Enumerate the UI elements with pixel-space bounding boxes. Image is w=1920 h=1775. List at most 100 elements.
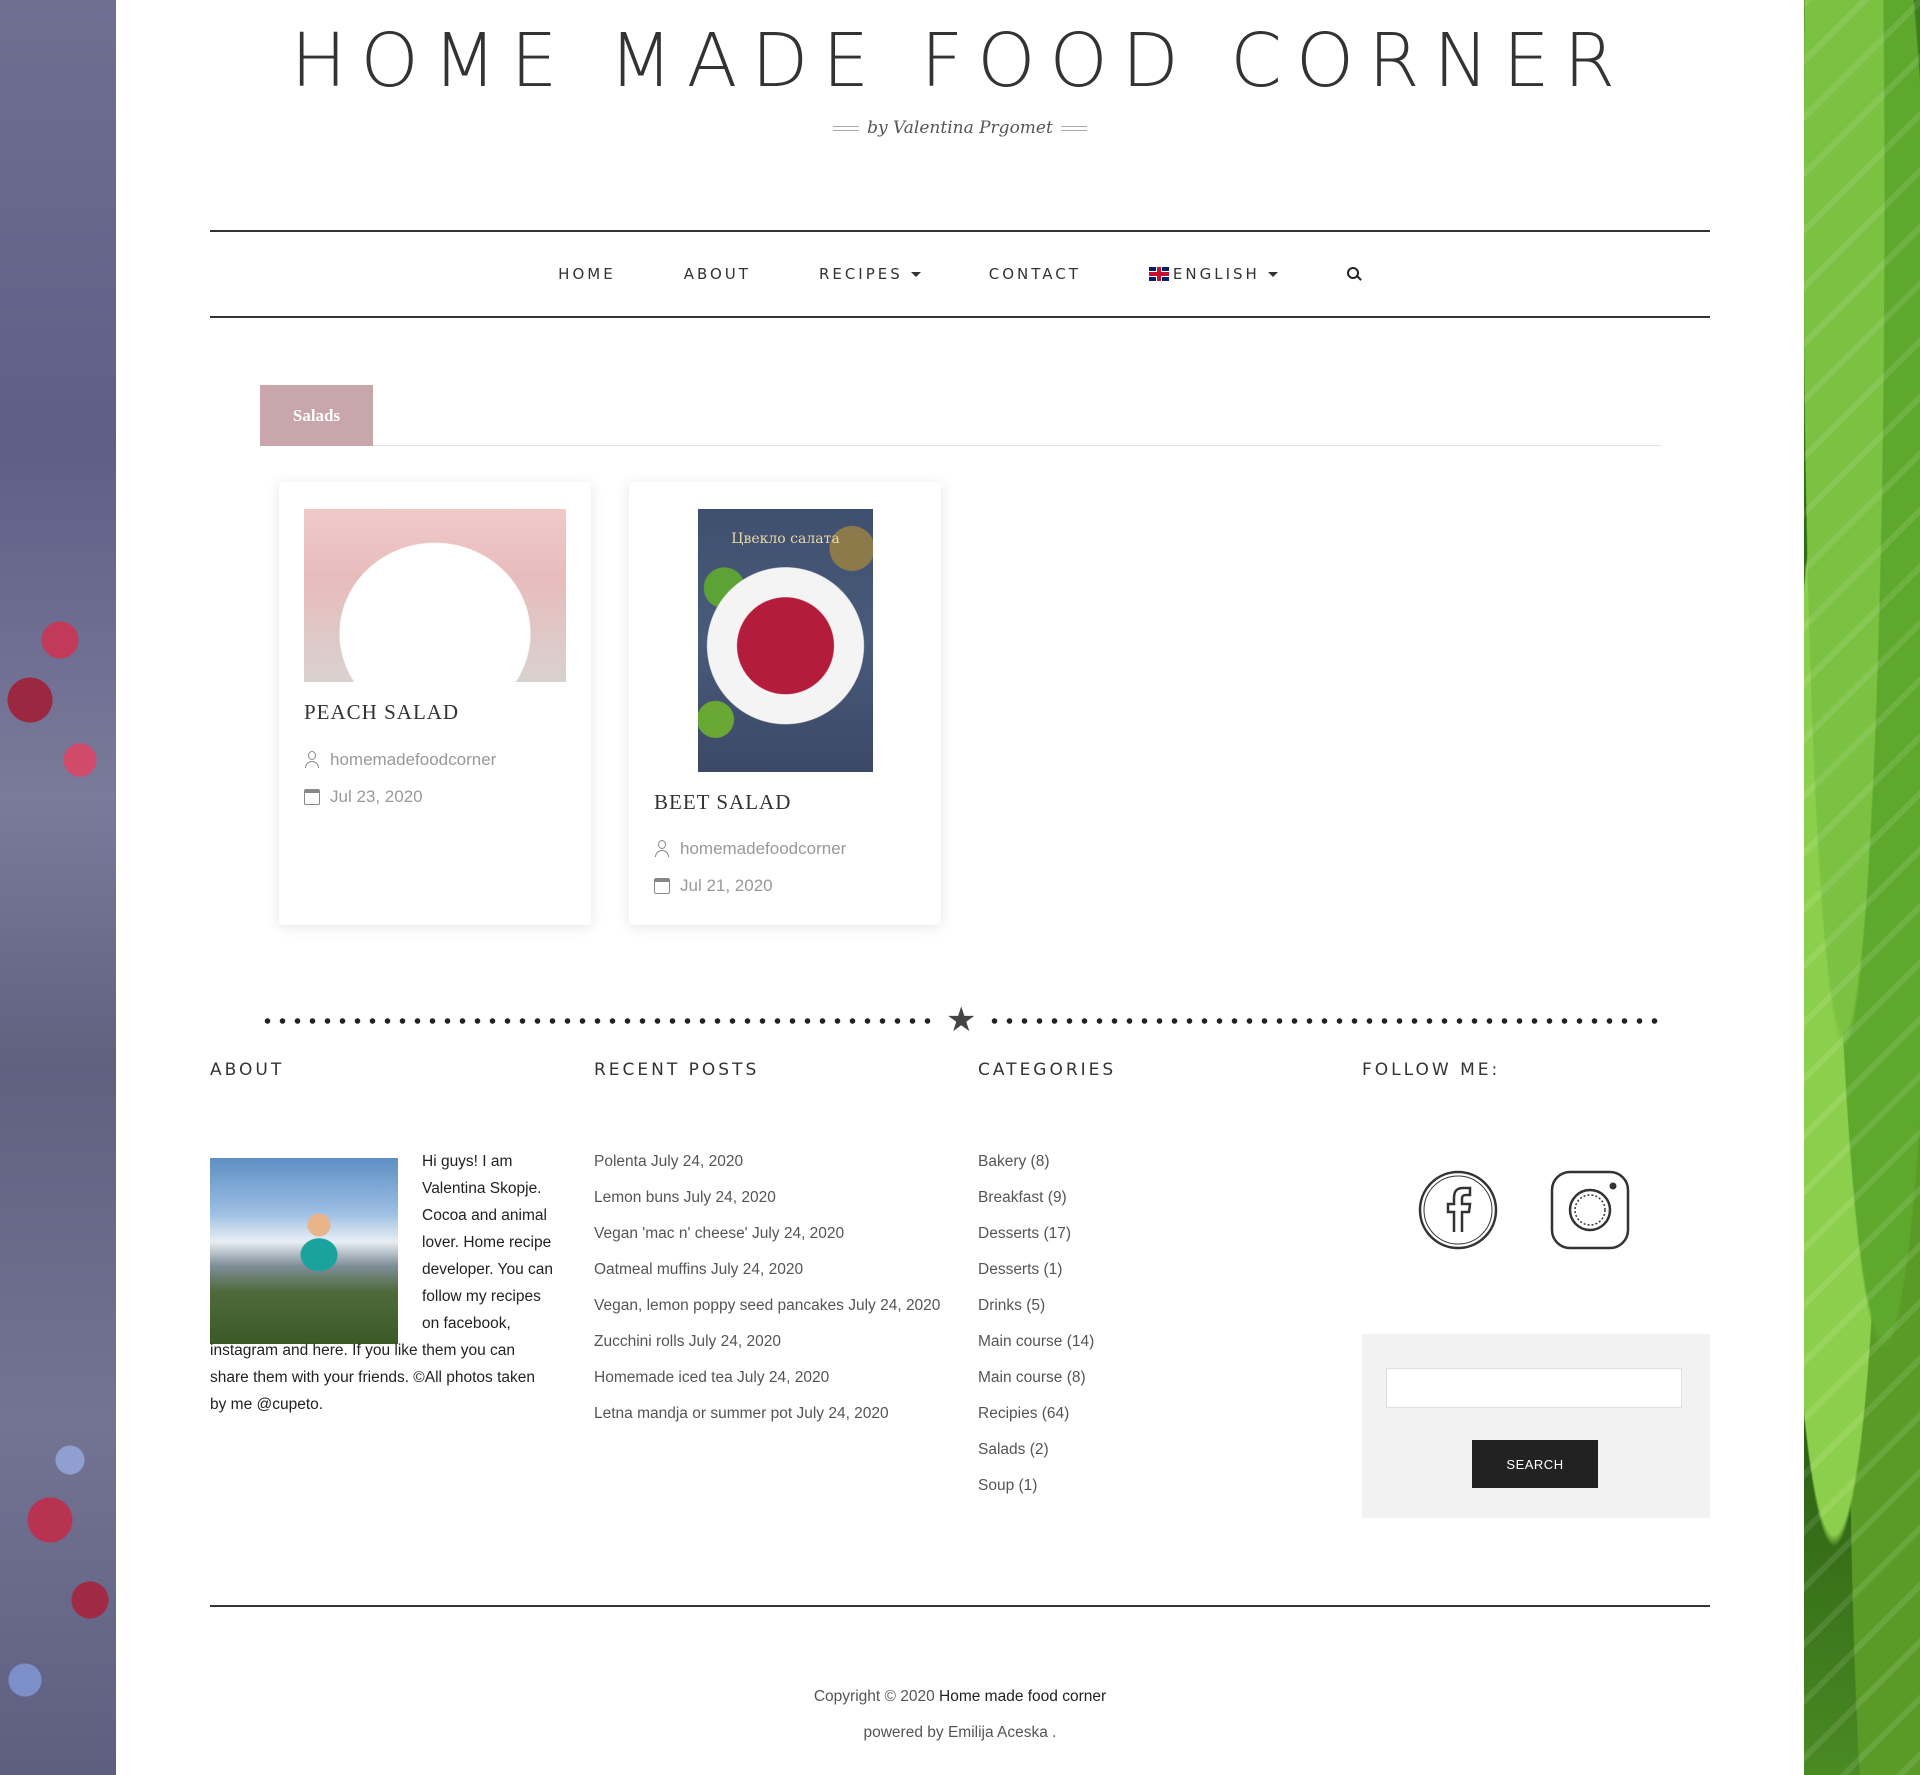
post-title[interactable]: BEET SALAD: [654, 790, 791, 815]
list-item[interactable]: Recipies (64): [978, 1400, 1094, 1436]
list-item[interactable]: Zucchini rolls July 24, 2020: [594, 1328, 940, 1364]
user-icon: [654, 840, 670, 858]
post-author-name: homemadefoodcorner: [680, 839, 847, 858]
list-item[interactable]: Lemon buns July 24, 2020: [594, 1184, 940, 1220]
main-nav: HOME ABOUT RECIPES CONTACT ENGLISH: [210, 230, 1710, 318]
category-link[interactable]: Breakfast (9): [978, 1189, 1067, 1206]
list-item[interactable]: Vegan 'mac n' cheese' July 24, 2020: [594, 1220, 940, 1256]
chevron-down-icon: [910, 271, 921, 277]
post-image[interactable]: Цвекло салата: [698, 509, 873, 772]
post-date: Jul 23, 2020: [304, 787, 423, 807]
post-card[interactable]: Цвекло салата BEET SALAD homemadefoodcor…: [629, 482, 941, 925]
list-item[interactable]: Main course (8): [978, 1364, 1094, 1400]
recent-posts-title: RECENT POSTS: [594, 1060, 760, 1080]
tagline-dash-left: [833, 126, 860, 131]
recent-post-link[interactable]: Zucchini rolls July 24, 2020: [594, 1333, 781, 1350]
list-item[interactable]: Desserts (1): [978, 1256, 1094, 1292]
search-button[interactable]: SEARCH: [1472, 1440, 1598, 1488]
category-link[interactable]: Recipies (64): [978, 1405, 1069, 1422]
category-link[interactable]: Main course (8): [978, 1369, 1086, 1386]
recent-post-link[interactable]: Vegan, lemon poppy seed pancakes July 24…: [594, 1297, 940, 1314]
right-background-image: [1804, 0, 1920, 1775]
category-tabbar: Salads: [260, 385, 1661, 446]
post-author: homemadefoodcorner: [654, 839, 846, 859]
post-title[interactable]: PEACH SALAD: [304, 700, 459, 725]
category-link[interactable]: Desserts (1): [978, 1261, 1062, 1278]
recent-posts-list: Polenta July 24, 2020 Lemon buns July 24…: [594, 1148, 940, 1436]
post-image[interactable]: [304, 509, 566, 682]
post-author-name: homemadefoodcorner: [330, 750, 497, 769]
instagram-icon[interactable]: [1550, 1170, 1630, 1250]
chevron-down-icon: [1267, 271, 1278, 277]
about-widget-title: ABOUT: [210, 1060, 285, 1080]
nav-search[interactable]: [1346, 266, 1362, 282]
recent-post-link[interactable]: Oatmeal muffins July 24, 2020: [594, 1261, 803, 1278]
nav-language[interactable]: ENGLISH: [1148, 265, 1278, 283]
copyright-prefix: Copyright © 2020: [813, 1688, 935, 1705]
about-text: Hi guys! I am Valentina Skopje. Cocoa an…: [210, 1148, 555, 1418]
calendar-icon: [304, 789, 320, 805]
list-item[interactable]: Oatmeal muffins July 24, 2020: [594, 1256, 940, 1292]
categories-title: CATEGORIES: [978, 1060, 1117, 1080]
nav-recipes[interactable]: RECIPES: [819, 265, 921, 283]
post-date-text: Jul 21, 2020: [680, 876, 773, 895]
tagline: by Valentina Prgomet: [116, 118, 1804, 138]
post-date-text: Jul 23, 2020: [330, 787, 423, 806]
post-image-caption: Цвекло салата: [731, 531, 840, 547]
nav-about-label: ABOUT: [683, 265, 751, 283]
post-author: homemadefoodcorner: [304, 750, 496, 770]
left-background-image: [0, 0, 116, 1775]
list-item[interactable]: Drinks (5): [978, 1292, 1094, 1328]
facebook-icon[interactable]: [1418, 1170, 1498, 1250]
categories-list: Bakery (8) Breakfast (9) Desserts (17) D…: [978, 1148, 1094, 1508]
category-link[interactable]: Soup (1): [978, 1477, 1037, 1494]
recent-post-link[interactable]: Homemade iced tea July 24, 2020: [594, 1369, 829, 1386]
tab-salads[interactable]: Salads: [260, 385, 373, 446]
dotted-line-left: [260, 1018, 932, 1024]
recent-post-link[interactable]: Vegan 'mac n' cheese' July 24, 2020: [594, 1225, 844, 1242]
nav-contact-label: CONTACT: [988, 265, 1081, 283]
list-item[interactable]: Soup (1): [978, 1472, 1094, 1508]
copyright: Copyright © 2020 Home made food corner: [116, 1688, 1804, 1706]
nav-home[interactable]: HOME: [558, 265, 616, 283]
post-card[interactable]: PEACH SALAD homemadefoodcorner Jul 23, 2…: [279, 482, 591, 925]
list-item[interactable]: Vegan, lemon poppy seed pancakes July 24…: [594, 1292, 940, 1328]
site-title[interactable]: HOME MADE FOOD CORNER: [116, 18, 1804, 104]
search-widget: SEARCH: [1362, 1334, 1710, 1518]
copyright-site-link[interactable]: Home made food corner: [939, 1688, 1106, 1705]
calendar-icon: [654, 878, 670, 894]
category-link[interactable]: Drinks (5): [978, 1297, 1045, 1314]
recent-post-link[interactable]: Lemon buns July 24, 2020: [594, 1189, 776, 1206]
follow-title: FOLLOW ME:: [1362, 1060, 1501, 1080]
dotted-line-right: [987, 1018, 1661, 1024]
search-icon: [1346, 266, 1362, 282]
about-photo-spacer: [210, 1148, 398, 1330]
recent-post-link[interactable]: Polenta July 24, 2020: [594, 1153, 743, 1170]
search-input[interactable]: [1386, 1368, 1682, 1408]
powered-by: powered by Emilija Aceska .: [863, 1724, 1057, 1741]
footer-divider: [210, 1605, 1710, 1607]
tagline-text: by Valentina Prgomet: [867, 118, 1053, 138]
list-item[interactable]: Homemade iced tea July 24, 2020: [594, 1364, 940, 1400]
recent-post-link[interactable]: Letna mandja or summer pot July 24, 2020: [594, 1405, 889, 1422]
section-divider: ★: [260, 1000, 1661, 1040]
post-date: Jul 21, 2020: [654, 876, 773, 896]
category-link[interactable]: Desserts (17): [978, 1225, 1071, 1242]
list-item[interactable]: Bakery (8): [978, 1148, 1094, 1184]
category-link[interactable]: Main course (14): [978, 1333, 1094, 1350]
list-item[interactable]: Breakfast (9): [978, 1184, 1094, 1220]
list-item[interactable]: Salads (2): [978, 1436, 1094, 1472]
nav-contact[interactable]: CONTACT: [989, 265, 1081, 283]
uk-flag-icon: [1148, 267, 1169, 281]
category-link[interactable]: Bakery (8): [978, 1153, 1050, 1170]
list-item[interactable]: Desserts (17): [978, 1220, 1094, 1256]
nav-home-label: HOME: [558, 265, 616, 283]
category-link[interactable]: Salads (2): [978, 1441, 1049, 1458]
nav-about[interactable]: ABOUT: [684, 265, 751, 283]
list-item[interactable]: Letna mandja or summer pot July 24, 2020: [594, 1400, 940, 1436]
user-icon: [304, 751, 320, 769]
tagline-dash-right: [1060, 126, 1087, 131]
list-item[interactable]: Polenta July 24, 2020: [594, 1148, 940, 1184]
page: HOME MADE FOOD CORNER by Valentina Prgom…: [116, 0, 1804, 1775]
list-item[interactable]: Main course (14): [978, 1328, 1094, 1364]
